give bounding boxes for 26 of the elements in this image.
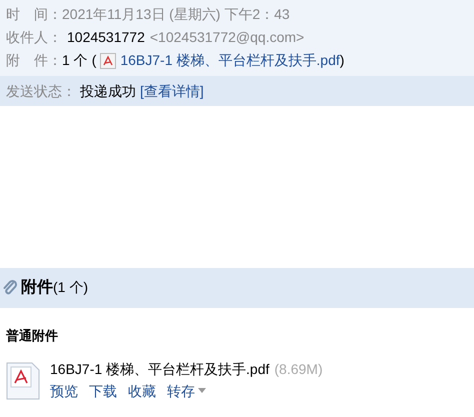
attachments-count: (1 个) <box>53 278 88 297</box>
file-size: (8.69M) <box>274 360 323 379</box>
status-label: 发送状态： <box>6 82 76 100</box>
paren: ) <box>340 51 344 70</box>
paperclip-icon <box>2 279 18 297</box>
paren: ( <box>92 51 96 70</box>
file-name: 16BJ7-1 楼梯、平台栏杆及扶手.pdf <box>50 360 270 379</box>
pdf-file-icon <box>6 362 40 400</box>
group-title: 普通附件 <box>6 327 59 345</box>
attachment-count: 1 个 <box>62 51 88 70</box>
attachments-title: 附件 <box>21 278 53 298</box>
status-value: 投递成功 <box>80 82 136 100</box>
field-label: 附 件： <box>6 51 62 70</box>
recipient-address: <1024531772@qq.com> <box>150 28 304 47</box>
pdf-icon <box>100 52 116 68</box>
field-label: 时 间： <box>6 5 62 24</box>
field-label: 收件人： <box>6 28 62 47</box>
caret-icon <box>198 388 206 393</box>
details-link[interactable]: [查看详情] <box>140 80 204 102</box>
action-link[interactable]: 下载 <box>89 380 117 402</box>
attachment-link[interactable]: 16BJ7-1 楼梯、平台栏杆及扶手.pdf <box>120 49 340 72</box>
recipient-name: 1024531772 <box>67 28 145 47</box>
save-to-menu[interactable]: 转存 <box>167 380 206 402</box>
action-link[interactable]: 预览 <box>50 380 78 402</box>
date-value: 2021年11月13日 (星期六) 下午2：43 <box>62 5 290 24</box>
action-link[interactable]: 收藏 <box>128 380 156 402</box>
